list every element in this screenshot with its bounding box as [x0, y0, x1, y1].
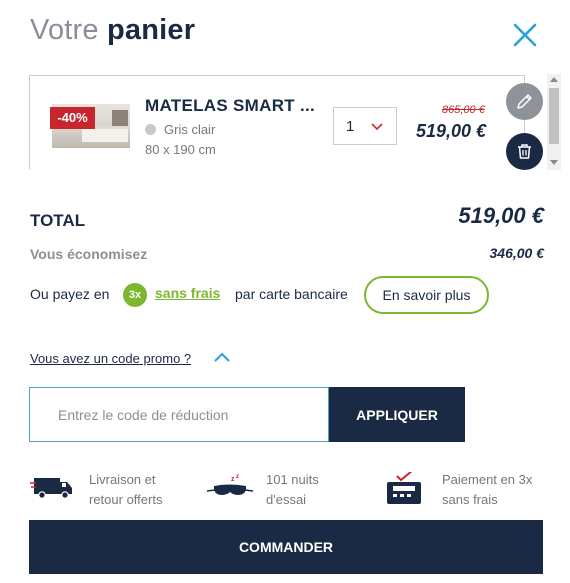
promo-code-input[interactable]: [29, 387, 329, 442]
cart-item: -40% MATELAS SMART ... Gris clair 80 x 1…: [29, 75, 525, 169]
apply-button[interactable]: APPLIQUER: [329, 387, 465, 442]
old-price: 865,00 €: [442, 104, 485, 116]
payment-prefix: Ou payez en: [30, 286, 110, 302]
color-swatch-icon: [145, 124, 156, 135]
feature-payment-line2: sans frais: [442, 492, 498, 507]
feature-trial-line2: d'essai: [266, 492, 307, 507]
installments-badge: 3x: [123, 283, 147, 307]
feature-delivery-text: Livraison et retour offerts: [89, 470, 162, 510]
trash-icon: [518, 144, 531, 159]
checkout-button[interactable]: COMMANDER: [29, 520, 543, 574]
feature-delivery-line2: retour offerts: [89, 492, 163, 507]
savings-value: 346,00 €: [489, 245, 545, 261]
svg-text:z: z: [236, 474, 239, 480]
payment-suffix: par carte bancaire: [235, 286, 348, 302]
item-price: 519,00 €: [416, 121, 487, 141]
promo-code-toggle[interactable]: Vous avez un code promo ?: [30, 351, 191, 366]
feature-delivery-line1: Livraison et: [89, 472, 156, 487]
quantity-value: 1: [346, 118, 355, 135]
chevron-down-icon: [371, 123, 383, 131]
savings-label: Vous économisez: [30, 246, 148, 262]
svg-text:z: z: [231, 476, 235, 483]
feature-payment-text: Paiement en 3x sans frais: [442, 470, 532, 510]
chevron-up-icon[interactable]: [213, 351, 231, 363]
product-color: Gris clair: [164, 122, 216, 137]
delete-button[interactable]: [506, 133, 543, 170]
product-size: 80 x 190 cm: [145, 142, 216, 157]
page-title: Votre panier: [30, 14, 195, 47]
cart-scrollbar[interactable]: [547, 74, 561, 170]
feature-trial-text: 101 nuits d'essai: [266, 470, 319, 510]
free-installments-link[interactable]: sans frais: [155, 285, 220, 301]
payment-options: Ou payez en 3x sans frais par carte banc…: [30, 276, 530, 314]
delivery-truck-icon: [30, 478, 72, 499]
scroll-down-arrow-icon[interactable]: [550, 160, 558, 165]
scroll-up-arrow-icon[interactable]: [550, 77, 558, 82]
product-name[interactable]: MATELAS SMART ...: [145, 96, 315, 116]
card-terminal-icon: [387, 472, 421, 504]
learn-more-button[interactable]: En savoir plus: [364, 276, 489, 314]
feature-payment-line1: Paiement en 3x: [442, 472, 533, 487]
scrollbar-thumb[interactable]: [549, 88, 559, 144]
quantity-select[interactable]: 1: [333, 107, 397, 145]
close-icon[interactable]: [510, 20, 540, 50]
discount-badge: -40%: [50, 107, 95, 129]
sleep-mask-icon: z z: [207, 474, 253, 495]
page-title-light: Votre: [30, 14, 99, 46]
page-title-bold: panier: [106, 14, 196, 46]
feature-trial-line1: 101 nuits: [266, 472, 319, 487]
edit-button[interactable]: [506, 83, 543, 120]
pencil-icon: [517, 94, 532, 109]
total-label: TOTAL: [30, 211, 86, 230]
total-value: 519,00 €: [458, 203, 544, 228]
